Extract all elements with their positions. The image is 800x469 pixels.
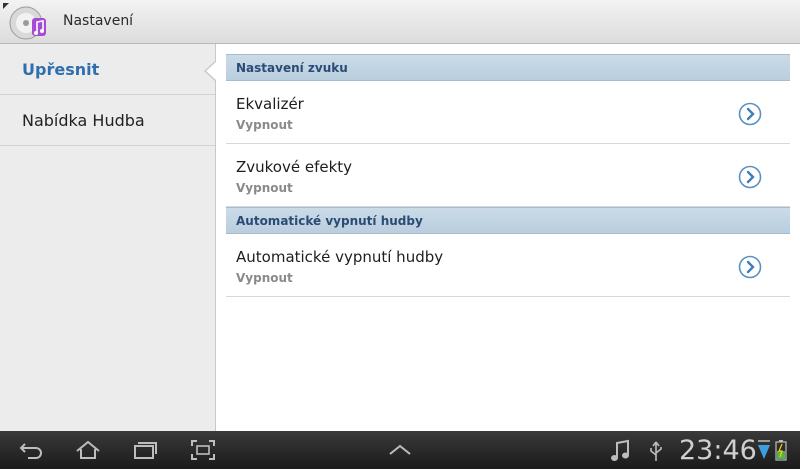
chevron-right-icon[interactable] [738, 255, 762, 279]
settings-content: Nastavení zvuku Ekvalizér Vypnout Zvukov… [226, 54, 790, 297]
app-title: Nastavení [63, 13, 134, 29]
music-app-icon[interactable] [6, 4, 50, 42]
chevron-right-icon[interactable] [738, 102, 762, 126]
setting-value: Vypnout [236, 181, 293, 195]
section-header-label: Nastavení zvuku [236, 60, 348, 75]
action-bar: Nastavení [0, 0, 800, 44]
music-note-icon [611, 439, 629, 461]
chevron-up-icon[interactable] [387, 438, 413, 462]
setting-row-sound-effects[interactable]: Zvukové efekty Vypnout [226, 144, 790, 207]
home-icon[interactable] [75, 438, 101, 462]
section-header-label: Automatické vypnutí hudby [236, 213, 423, 228]
setting-value: Vypnout [236, 118, 293, 132]
status-clock: 23:46 [679, 435, 757, 466]
setting-value: Vypnout [236, 271, 293, 285]
back-icon[interactable] [18, 438, 44, 462]
setting-title: Automatické vypnutí hudby [236, 248, 444, 266]
chevron-right-icon[interactable] [738, 165, 762, 189]
sidebar-item-label: Upřesnit [22, 59, 100, 79]
wifi-icon [758, 440, 770, 459]
selection-pointer-fill [206, 61, 217, 81]
usb-icon [650, 441, 662, 461]
section-header-auto-off: Automatické vypnutí hudby [226, 207, 790, 234]
sidebar-item-nabidka-hudba[interactable]: Nabídka Hudba [0, 95, 215, 146]
section-header-sound: Nastavení zvuku [226, 54, 790, 81]
sidebar-item-upresnit[interactable]: Upřesnit [0, 44, 215, 95]
sidebar: Upřesnit Nabídka Hudba [0, 44, 216, 431]
setting-row-auto-off[interactable]: Automatické vypnutí hudby Vypnout [226, 234, 790, 297]
recent-apps-icon[interactable] [132, 438, 158, 462]
setting-row-equalizer[interactable]: Ekvalizér Vypnout [226, 81, 790, 144]
system-bar: 23:46 [0, 431, 800, 469]
setting-title: Zvukové efekty [236, 158, 353, 176]
battery-charging-icon [775, 440, 787, 461]
setting-title: Ekvalizér [236, 95, 304, 113]
sidebar-item-label: Nabídka Hudba [22, 110, 145, 130]
screenshot-icon[interactable] [190, 438, 216, 462]
